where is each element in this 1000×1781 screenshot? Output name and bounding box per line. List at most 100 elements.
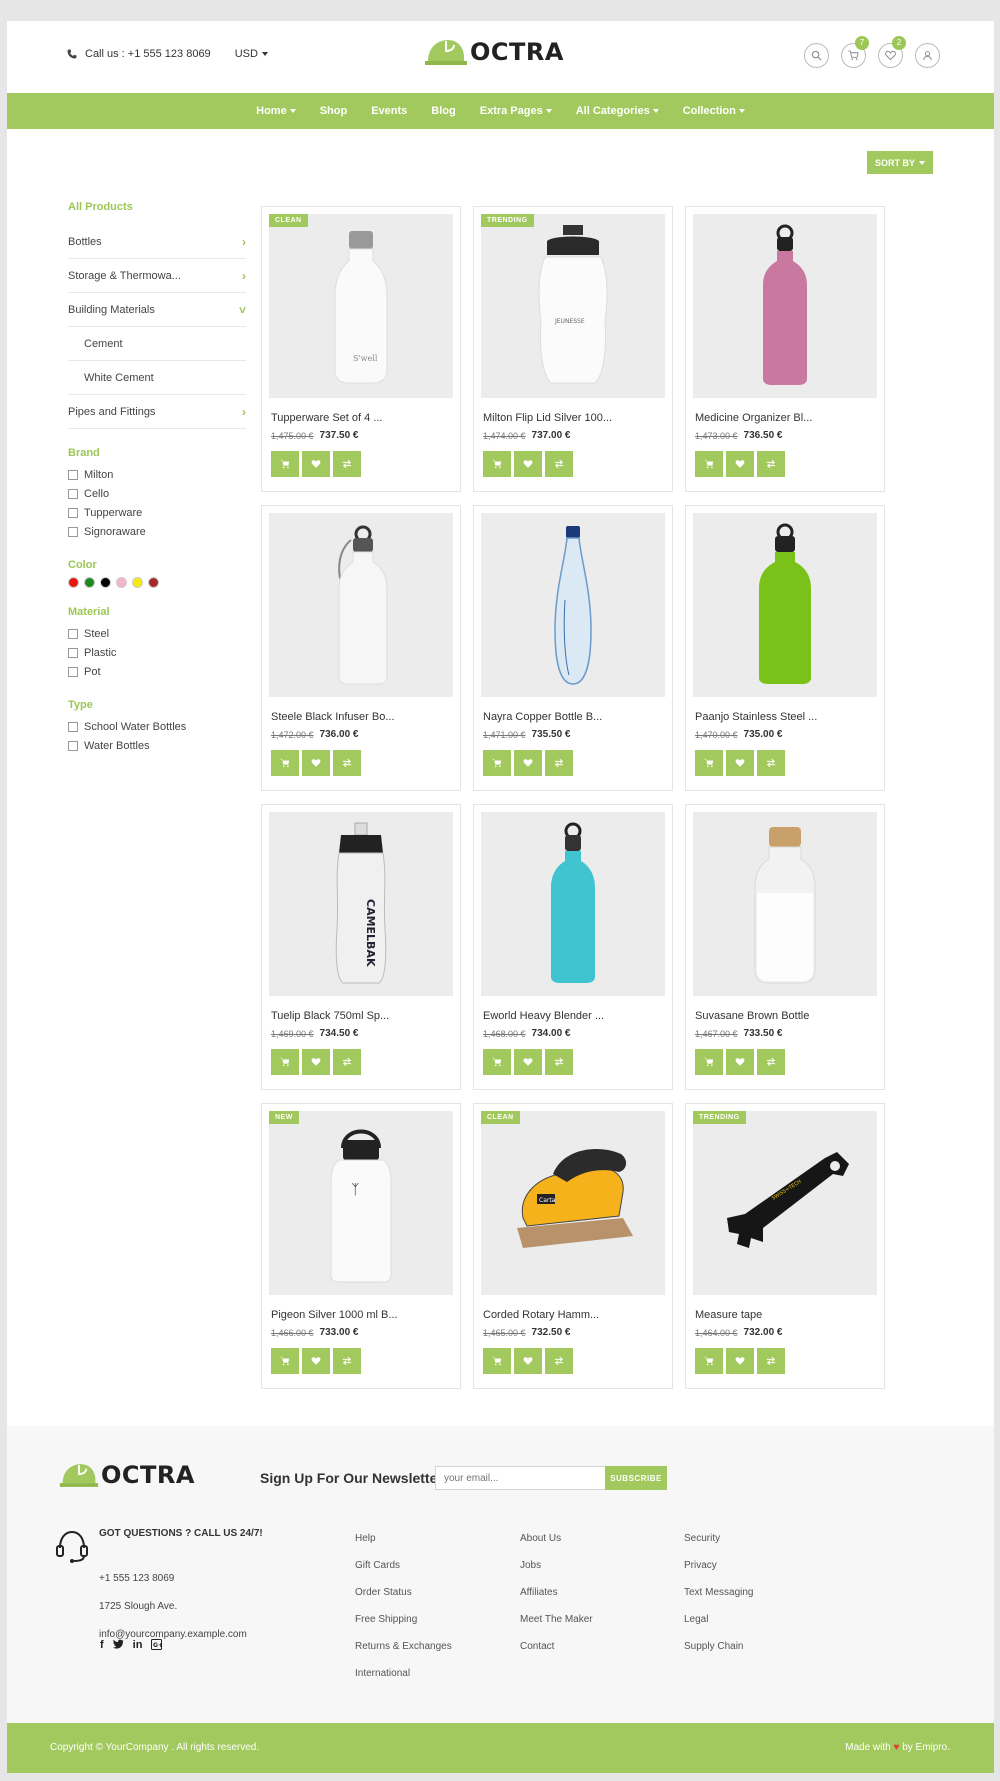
compare-button[interactable]: [757, 1049, 785, 1075]
compare-button[interactable]: [757, 750, 785, 776]
add-to-wishlist-button[interactable]: [514, 750, 542, 776]
compare-button[interactable]: [757, 451, 785, 477]
compare-button[interactable]: [545, 1049, 573, 1075]
color-swatch[interactable]: [116, 577, 127, 588]
color-swatch[interactable]: [148, 577, 159, 588]
product-image[interactable]: [693, 513, 877, 697]
footer-link[interactable]: Order Status: [355, 1587, 452, 1614]
product-image[interactable]: [481, 513, 665, 697]
add-to-wishlist-button[interactable]: [302, 1348, 330, 1374]
checkbox[interactable]: [68, 507, 78, 518]
nav-item-home[interactable]: Home: [256, 105, 296, 117]
add-to-wishlist-button[interactable]: [302, 1049, 330, 1075]
product-image[interactable]: [269, 513, 453, 697]
product-name[interactable]: Paanjo Stainless Steel ...: [695, 711, 877, 723]
linkedin-icon[interactable]: in: [133, 1639, 143, 1653]
add-to-cart-button[interactable]: [271, 451, 299, 477]
product-card[interactable]: JEUNESSE TRENDING Milton Flip Lid Silver 1…: [473, 206, 673, 492]
product-card[interactable]: Medicine Organizer Bl... 1,473.00 € 736.50…: [685, 206, 885, 492]
add-to-wishlist-button[interactable]: [726, 1348, 754, 1374]
brand-option[interactable]: Tupperware: [68, 503, 246, 522]
nav-item-extra-pages[interactable]: Extra Pages: [480, 105, 552, 117]
add-to-cart-button[interactable]: [695, 750, 723, 776]
footer-link[interactable]: Privacy: [684, 1560, 753, 1587]
add-to-cart-button[interactable]: [695, 451, 723, 477]
chevron-right-icon[interactable]: ›: [242, 235, 246, 249]
type-option[interactable]: Water Bottles: [68, 736, 246, 755]
add-to-wishlist-button[interactable]: [514, 1348, 542, 1374]
product-card[interactable]: Suvasane Brown Bottle 1,467.00 € 733.50 €: [685, 804, 885, 1090]
sort-by-button[interactable]: SORT BY: [867, 151, 933, 174]
footer-link[interactable]: Text Messaging: [684, 1587, 753, 1614]
product-image[interactable]: S'well CLEAN: [269, 214, 453, 398]
category-item[interactable]: Bottles ›: [68, 225, 246, 259]
product-name[interactable]: Corded Rotary Hamm...: [483, 1309, 665, 1321]
footer-link[interactable]: Gift Cards: [355, 1560, 452, 1587]
add-to-cart-button[interactable]: [483, 1348, 511, 1374]
nav-item-collection[interactable]: Collection: [683, 105, 745, 117]
compare-button[interactable]: [333, 1348, 361, 1374]
product-card[interactable]: Paanjo Stainless Steel ... 1,470.00 € 735.…: [685, 505, 885, 791]
footer-link[interactable]: Legal: [684, 1614, 753, 1641]
checkbox[interactable]: [68, 647, 78, 658]
product-image[interactable]: [693, 812, 877, 996]
product-name[interactable]: Pigeon Silver 1000 ml B...: [271, 1309, 453, 1321]
add-to-cart-button[interactable]: [271, 1049, 299, 1075]
type-option[interactable]: School Water Bottles: [68, 717, 246, 736]
add-to-wishlist-button[interactable]: [514, 451, 542, 477]
add-to-cart-button[interactable]: [483, 1049, 511, 1075]
add-to-wishlist-button[interactable]: [726, 1049, 754, 1075]
product-image[interactable]: CAMELBAK: [269, 812, 453, 996]
material-option[interactable]: Pot: [68, 662, 246, 681]
checkbox[interactable]: [68, 740, 78, 751]
nav-item-shop[interactable]: Shop: [320, 105, 348, 117]
footer-link[interactable]: Free Shipping: [355, 1614, 452, 1641]
add-to-cart-button[interactable]: [271, 750, 299, 776]
product-image[interactable]: [481, 812, 665, 996]
compare-button[interactable]: [545, 451, 573, 477]
account-button[interactable]: [915, 43, 940, 68]
footer-link[interactable]: Contact: [520, 1641, 593, 1668]
brand-option[interactable]: Signoraware: [68, 522, 246, 541]
add-to-wishlist-button[interactable]: [726, 750, 754, 776]
add-to-cart-button[interactable]: [695, 1348, 723, 1374]
nav-item-events[interactable]: Events: [371, 105, 407, 117]
add-to-cart-button[interactable]: [483, 451, 511, 477]
cart-button[interactable]: 7: [841, 36, 869, 68]
footer-link[interactable]: Returns & Exchanges: [355, 1641, 452, 1668]
category-item[interactable]: Cement: [68, 327, 246, 361]
footer-link[interactable]: Meet The Maker: [520, 1614, 593, 1641]
product-name[interactable]: Eworld Heavy Blender ...: [483, 1010, 665, 1022]
site-logo[interactable]: OCTRA: [424, 37, 564, 67]
material-option[interactable]: Plastic: [68, 643, 246, 662]
add-to-wishlist-button[interactable]: [726, 451, 754, 477]
category-item[interactable]: Storage & Thermowa... ›: [68, 259, 246, 293]
nav-item-blog[interactable]: Blog: [431, 105, 455, 117]
nav-item-all-categories[interactable]: All Categories: [576, 105, 659, 117]
add-to-cart-button[interactable]: [695, 1049, 723, 1075]
product-image[interactable]: [693, 214, 877, 398]
product-image[interactable]: SWISS+TECH TRENDING: [693, 1111, 877, 1295]
chevron-down-icon[interactable]: ˅: [239, 303, 246, 317]
wishlist-button[interactable]: 2: [878, 36, 906, 68]
compare-button[interactable]: [333, 750, 361, 776]
product-name[interactable]: Measure tape: [695, 1309, 877, 1321]
search-button[interactable]: [804, 43, 829, 68]
compare-button[interactable]: [757, 1348, 785, 1374]
category-item[interactable]: White Cement: [68, 361, 246, 395]
google-plus-icon[interactable]: G+: [151, 1639, 163, 1653]
add-to-wishlist-button[interactable]: [302, 451, 330, 477]
category-item[interactable]: Pipes and Fittings ›: [68, 395, 246, 429]
twitter-icon[interactable]: [112, 1639, 124, 1653]
product-card[interactable]: CAMELBAK Tuelip Black 750ml Sp... 1,469.00…: [261, 804, 461, 1090]
product-name[interactable]: Steele Black Infuser Bo...: [271, 711, 453, 723]
color-swatch[interactable]: [132, 577, 143, 588]
subscribe-button[interactable]: SUBSCRIBE: [605, 1466, 667, 1490]
product-name[interactable]: Tuelip Black 750ml Sp...: [271, 1010, 453, 1022]
product-image[interactable]: Carta CLEAN: [481, 1111, 665, 1295]
material-option[interactable]: Steel: [68, 624, 246, 643]
add-to-cart-button[interactable]: [483, 750, 511, 776]
checkbox[interactable]: [68, 721, 78, 732]
product-name[interactable]: Tupperware Set of 4 ...: [271, 412, 453, 424]
checkbox[interactable]: [68, 628, 78, 639]
